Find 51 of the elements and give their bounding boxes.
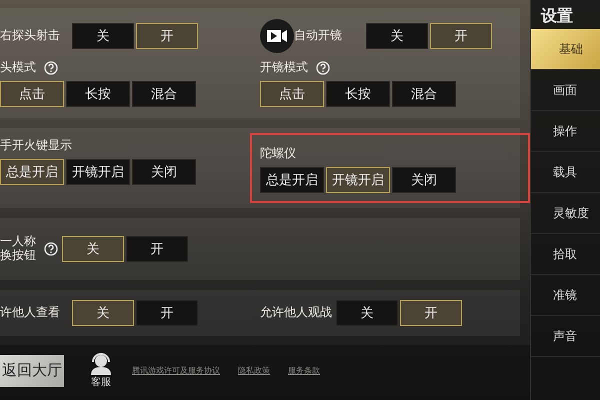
option-button[interactable]: 总是开启 xyxy=(260,166,324,193)
sidebar-tab[interactable]: 拾取 xyxy=(531,234,600,275)
sidebar-tab[interactable]: 画面 xyxy=(531,70,600,111)
option-button[interactable]: 关闭 xyxy=(132,158,196,185)
video-camera-icon[interactable] xyxy=(260,19,294,53)
setting-label: 右探头射击 xyxy=(0,29,61,43)
help-icon[interactable] xyxy=(44,242,58,256)
sidebar-tab[interactable]: 准镜 xyxy=(531,275,600,316)
setting-label: 允许他人观战 xyxy=(260,306,332,320)
option-button[interactable]: 混合 xyxy=(392,81,456,107)
option-button[interactable]: 开 xyxy=(136,23,198,49)
option-button[interactable]: 开 xyxy=(430,23,492,49)
footer-link[interactable]: 隐私政策 xyxy=(238,365,270,376)
option-button[interactable]: 开 xyxy=(400,300,462,326)
option-button[interactable]: 关 xyxy=(336,300,398,326)
help-icon[interactable] xyxy=(44,61,58,75)
sidebar-tab[interactable]: 基础 xyxy=(531,29,600,70)
setting-label: 一人称 xyxy=(0,235,36,249)
footer-link[interactable]: 腾讯游戏许可及服务协议 xyxy=(132,365,220,376)
option-button[interactable]: 混合 xyxy=(132,81,196,107)
option-button[interactable]: 关 xyxy=(72,23,134,49)
setting-label: 许他人查看 xyxy=(0,306,61,320)
option-button[interactable]: 长按 xyxy=(326,81,390,107)
option-button[interactable]: 开 xyxy=(126,236,188,262)
sidebar-title: 设置 xyxy=(540,5,574,27)
option-button[interactable]: 关闭 xyxy=(392,166,456,193)
customer-service-label[interactable]: 客服 xyxy=(91,374,111,388)
footer-link[interactable]: 服务条款 xyxy=(288,365,320,376)
option-button[interactable]: 总是开启 xyxy=(0,158,64,185)
setting-label: 换按钮 xyxy=(0,249,36,263)
setting-label: 手开火键显示 xyxy=(0,139,72,153)
option-button[interactable]: 关 xyxy=(72,300,134,326)
option-button[interactable]: 开镜开启 xyxy=(66,158,130,185)
sidebar-tab[interactable]: 载具 xyxy=(531,152,600,193)
option-button[interactable]: 点击 xyxy=(0,81,64,107)
headset-person-icon[interactable] xyxy=(88,352,114,374)
option-button[interactable]: 开 xyxy=(136,300,198,326)
option-button[interactable]: 关 xyxy=(366,23,428,49)
setting-label: 陀螺仪 xyxy=(260,147,296,161)
sidebar-tab[interactable]: 声音 xyxy=(531,316,600,357)
setting-label: 自动开镜 xyxy=(294,29,343,43)
option-button[interactable]: 关 xyxy=(62,236,124,262)
help-icon[interactable] xyxy=(316,61,330,75)
setting-label: 头模式 xyxy=(0,61,36,75)
option-button[interactable]: 长按 xyxy=(66,81,130,107)
option-button[interactable]: 开镜开启 xyxy=(326,166,390,193)
sidebar-tab[interactable]: 操作 xyxy=(531,111,600,152)
setting-label: 开镜模式 xyxy=(260,61,308,75)
back-to-lobby-button[interactable]: 返回大厅 xyxy=(0,354,64,386)
sidebar-tab[interactable]: 灵敏度 xyxy=(531,193,600,234)
option-button[interactable]: 点击 xyxy=(260,81,324,107)
